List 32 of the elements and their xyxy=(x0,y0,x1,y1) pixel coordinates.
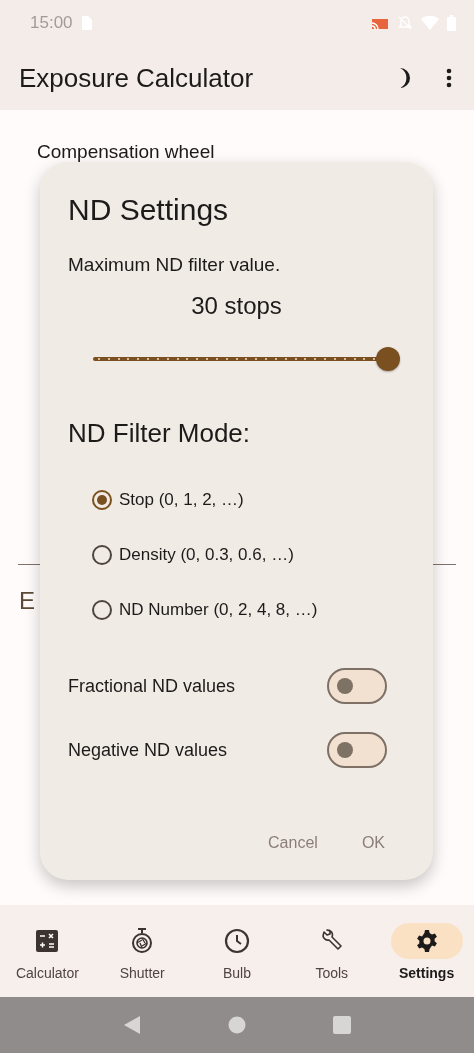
nav-item[interactable]: Bulb xyxy=(189,905,285,997)
setting-label: Compensation wheel xyxy=(37,141,215,162)
settings-icon xyxy=(414,929,439,953)
radio-option[interactable]: Density (0, 0.3, 0.6, …) xyxy=(92,539,405,571)
slider[interactable] xyxy=(93,346,400,372)
radio-button[interactable] xyxy=(92,545,112,565)
nav-item[interactable]: Settings xyxy=(379,905,474,997)
stopwatch-icon xyxy=(130,928,155,954)
app-title: Exposure Calculator xyxy=(19,62,255,94)
nav-item[interactable]: Tools xyxy=(284,905,380,997)
cast-icon xyxy=(371,16,389,30)
wrench-icon xyxy=(319,929,344,953)
nav-item[interactable]: Calculator xyxy=(0,905,95,997)
nav-item[interactable]: Shutter xyxy=(94,905,190,997)
toggle-switch[interactable] xyxy=(327,732,387,768)
clock-icon xyxy=(224,928,250,954)
switch-label: Negative ND values xyxy=(68,739,228,761)
radio-button[interactable] xyxy=(92,490,112,510)
calculator-icon xyxy=(36,930,59,952)
switch-label: Fractional ND values xyxy=(68,675,236,697)
dialog-title: ND Settings xyxy=(68,192,230,228)
radio-button[interactable] xyxy=(92,600,112,620)
radio-option[interactable]: Stop (0, 1, 2, …) xyxy=(92,484,405,516)
radio-option[interactable]: ND Number (0, 2, 4, 8, …) xyxy=(92,594,405,626)
mode-heading: ND Filter Mode: xyxy=(68,418,252,449)
slider-value: 30 stops xyxy=(190,292,283,320)
toggle-switch[interactable] xyxy=(327,668,387,704)
slider-label: Maximum ND filter value. xyxy=(68,254,282,276)
section-heading: E xyxy=(19,587,35,615)
more-icon[interactable] xyxy=(446,68,452,88)
status-time: 15:00 xyxy=(30,13,73,33)
slider-thumb[interactable] xyxy=(376,347,400,371)
